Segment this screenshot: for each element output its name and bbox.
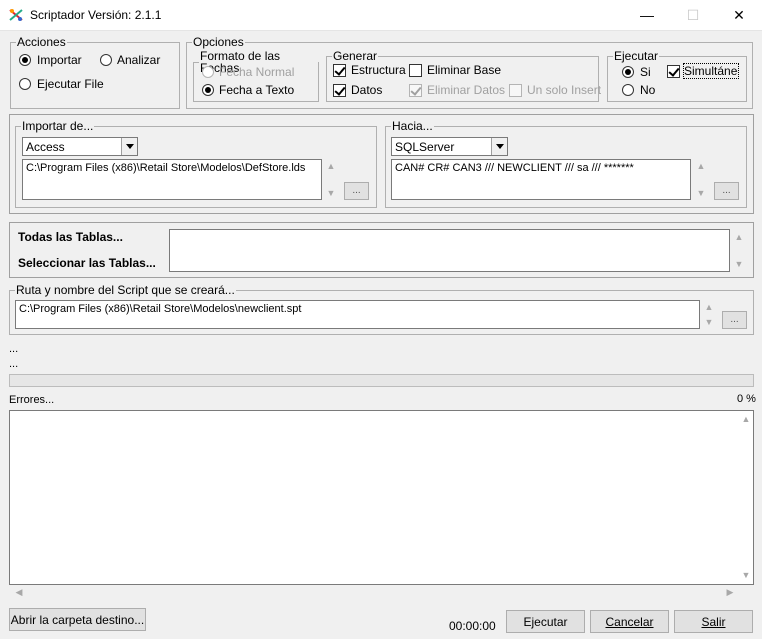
scroll-up-icon[interactable]: ▲ [695, 161, 707, 171]
importar-de-legend: Importar de... [22, 119, 94, 133]
eliminar-datos-label[interactable]: Eliminar Datos [427, 83, 505, 97]
estructura-checkbox[interactable] [333, 64, 346, 77]
window-title: Scriptador Versión: 2.1.1 [30, 8, 162, 22]
eliminar-datos-checkbox[interactable] [409, 84, 422, 97]
target-browse-button[interactable]: ... [714, 182, 739, 200]
scroll-down-icon[interactable]: ▼ [695, 188, 707, 198]
scroll-right-icon[interactable]: ▶ [724, 587, 736, 598]
analizar-label[interactable]: Analizar [117, 53, 160, 67]
scroll-up-icon[interactable]: ▲ [703, 302, 715, 312]
importar-radio[interactable] [19, 54, 31, 66]
un-solo-insert-label[interactable]: Un solo Insert [527, 83, 601, 97]
seleccionar-tablas-label[interactable]: Seleccionar las Tablas... [18, 256, 156, 270]
tablas-list[interactable] [169, 229, 730, 272]
source-type-value: Access [26, 140, 65, 154]
scroll-down-icon[interactable]: ▼ [740, 570, 752, 580]
progress-bar [9, 374, 754, 387]
scroll-down-icon[interactable]: ▼ [703, 317, 715, 327]
errores-label: Errores... [9, 394, 55, 406]
status-line-2: ... [9, 358, 19, 370]
chevron-down-icon[interactable] [121, 138, 137, 155]
hacia-legend: Hacia... [392, 119, 433, 133]
target-type-select[interactable]: SQLServer [391, 137, 508, 156]
script-browse-button[interactable]: ... [722, 311, 747, 329]
script-path-field[interactable]: C:\Program Files (x86)\Retail Store\Mode… [15, 300, 700, 329]
scroll-up-icon[interactable]: ▲ [740, 414, 752, 424]
importar-label[interactable]: Importar [37, 53, 82, 67]
generar-legend: Generar [333, 49, 378, 63]
scroll-left-icon[interactable]: ◀ [13, 587, 25, 598]
eliminar-base-checkbox[interactable] [409, 64, 422, 77]
ejecutar-si-label[interactable]: Si [640, 65, 651, 79]
scroll-up-icon[interactable]: ▲ [733, 232, 745, 242]
source-type-select[interactable]: Access [22, 137, 138, 156]
scroll-down-icon[interactable]: ▼ [733, 259, 745, 269]
fecha-texto-label[interactable]: Fecha a Texto [219, 83, 294, 97]
cancelar-button[interactable]: Cancelar [590, 610, 669, 633]
fecha-normal-radio[interactable] [202, 66, 214, 78]
title-bar: Scriptador Versión: 2.1.1 — ☐ ✕ [0, 0, 762, 31]
analizar-radio[interactable] [100, 54, 112, 66]
ejecutar-no-label[interactable]: No [640, 83, 655, 97]
ejecutar-legend: Ejecutar [614, 49, 659, 63]
source-path-field[interactable]: C:\Program Files (x86)\Retail Store\Mode… [22, 159, 322, 200]
target-connection-field[interactable]: CAN# CR# CAN3 /// NEWCLIENT /// sa /// *… [391, 159, 691, 200]
un-solo-insert-checkbox[interactable] [509, 84, 522, 97]
chevron-down-icon[interactable] [491, 138, 507, 155]
estructura-label[interactable]: Estructura [351, 63, 406, 77]
ejecutar-file-label[interactable]: Ejecutar File [37, 77, 104, 91]
simultaneo-checkbox[interactable] [667, 65, 680, 78]
eliminar-base-label[interactable]: Eliminar Base [427, 63, 501, 77]
source-browse-button[interactable]: ... [344, 182, 369, 200]
ejecutar-no-radio[interactable] [622, 84, 634, 96]
elapsed-time: 00:00:00 [449, 619, 496, 633]
errores-log[interactable] [9, 410, 754, 585]
datos-checkbox[interactable] [333, 84, 346, 97]
acciones-legend: Acciones [17, 35, 66, 49]
percent-label: 0 % [737, 393, 756, 405]
opciones-legend: Opciones [193, 35, 244, 49]
scroll-down-icon[interactable]: ▼ [325, 188, 337, 198]
scroll-up-icon[interactable]: ▲ [325, 161, 337, 171]
target-type-value: SQLServer [395, 140, 455, 154]
minimize-button[interactable]: — [624, 0, 670, 31]
abrir-carpeta-button[interactable]: Abrir la carpeta destino... [9, 608, 146, 631]
ejecutar-file-radio[interactable] [19, 78, 31, 90]
close-button[interactable]: ✕ [716, 0, 762, 31]
status-line-1: ... [9, 343, 19, 355]
datos-label[interactable]: Datos [351, 83, 382, 97]
fecha-normal-label[interactable]: Fecha Normal [219, 65, 294, 79]
todas-tablas-label[interactable]: Todas las Tablas... [18, 230, 123, 244]
ejecutar-button[interactable]: Ejecutar [506, 610, 585, 633]
ejecutar-si-radio[interactable] [622, 66, 634, 78]
maximize-button[interactable]: ☐ [670, 0, 716, 31]
simultaneo-label[interactable]: Simultánec [683, 63, 739, 79]
fecha-texto-radio[interactable] [202, 84, 214, 96]
acciones-group: Acciones [10, 36, 180, 109]
salir-button[interactable]: Salir [674, 610, 753, 633]
ruta-script-legend: Ruta y nombre del Script que se creará..… [16, 283, 235, 297]
app-icon [9, 9, 23, 21]
